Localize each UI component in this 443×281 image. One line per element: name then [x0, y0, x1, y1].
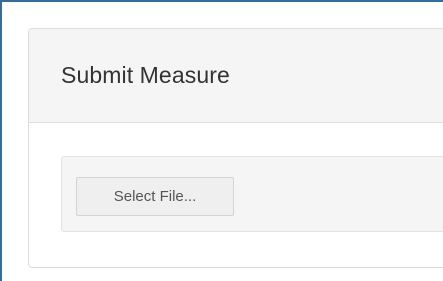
- panel-heading: Submit Measure: [29, 29, 443, 123]
- submit-measure-panel: Submit Measure Select File...: [28, 28, 443, 268]
- select-file-button[interactable]: Select File...: [76, 177, 234, 216]
- file-upload-area: Select File...: [61, 156, 443, 232]
- panel-body: Select File...: [29, 123, 443, 267]
- panel-title: Submit Measure: [61, 62, 230, 88]
